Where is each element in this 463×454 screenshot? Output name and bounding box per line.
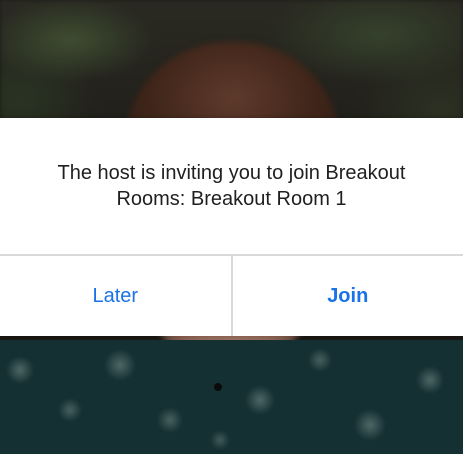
join-button[interactable]: Join <box>232 256 463 336</box>
breakout-room-invite-dialog: The host is inviting you to join Breakou… <box>0 118 463 336</box>
necklace-pendant <box>214 383 222 391</box>
invite-message: The host is inviting you to join Breakou… <box>57 162 406 210</box>
participant-shirt-pattern <box>0 340 463 454</box>
meeting-screen: The host is inviting you to join Breakou… <box>0 0 463 454</box>
later-button[interactable]: Later <box>0 256 231 336</box>
dialog-actions: Later Join <box>0 256 463 336</box>
